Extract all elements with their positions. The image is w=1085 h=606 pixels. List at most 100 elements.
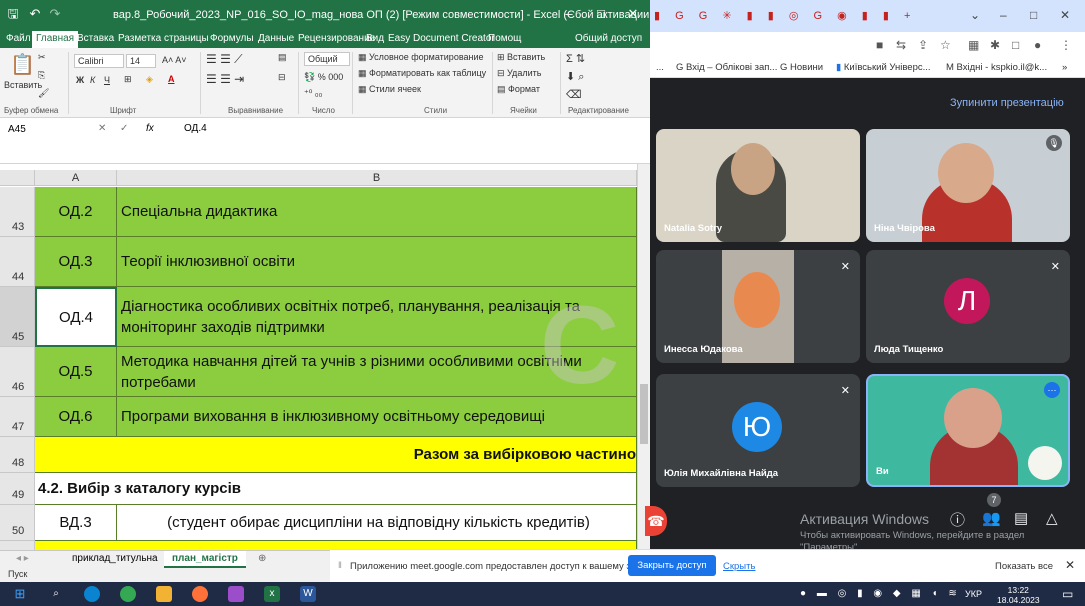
format-painter-icon[interactable]: 🖌: [38, 88, 49, 99]
end-call-button[interactable]: ☎: [645, 506, 667, 536]
chat-icon[interactable]: ▤: [1014, 509, 1028, 527]
fill-color-icon[interactable]: ◈: [146, 74, 153, 85]
participant-tile[interactable]: ✕ Инесса Юдакова: [656, 250, 860, 363]
row-header[interactable]: 45: [0, 287, 35, 347]
tab-review[interactable]: Рецензирование: [298, 33, 375, 44]
redo-icon[interactable]: ↷: [46, 4, 64, 24]
close-icon[interactable]: ✕: [624, 4, 642, 24]
bookmark-item[interactable]: G Новини: [780, 62, 823, 73]
row-header[interactable]: 44: [0, 237, 35, 287]
font-color-icon[interactable]: A: [168, 74, 175, 84]
maximize-icon[interactable]: □: [1030, 8, 1037, 22]
conditional-format-button[interactable]: ▦ Условное форматирование: [358, 52, 484, 63]
paste-button[interactable]: Вставить: [4, 80, 42, 90]
minimize-icon[interactable]: –: [1000, 8, 1007, 22]
borders-icon[interactable]: ⊞: [124, 74, 132, 85]
excel-icon[interactable]: x: [264, 586, 280, 602]
search-icon[interactable]: ⌕: [48, 586, 64, 602]
app-icon[interactable]: [228, 586, 244, 602]
tab-insert[interactable]: Вставка: [77, 33, 114, 44]
table-cell[interactable]: ОД.6: [35, 397, 117, 437]
system-tray-icon[interactable]: ● ▬ ◎ ▮ ◉ ◆ ▦ ◖ ≋: [800, 588, 961, 599]
tab-formulas[interactable]: Формулы: [210, 33, 254, 44]
table-cell[interactable]: Разом за вибірковою частино: [117, 437, 637, 473]
tab-favicons-icon[interactable]: ▮ G G ✳ ▮ ▮ ◎ G ◉ ▮ ▮ +: [654, 9, 916, 22]
bookmark-item[interactable]: ...: [656, 62, 664, 73]
font-size-select[interactable]: 14: [126, 54, 156, 68]
table-cell[interactable]: Спеціальна дидактика: [117, 187, 637, 237]
clear-icon[interactable]: ⌫: [566, 88, 582, 101]
paste-icon[interactable]: 📋: [10, 52, 35, 77]
bookmark-item[interactable]: G Вхід – Облікові зап...: [676, 62, 777, 73]
delete-cells-button[interactable]: ⊟ Удалить: [497, 68, 541, 79]
menu-icon[interactable]: ⋮: [1060, 38, 1072, 52]
table-cell-selected[interactable]: ОД.4: [35, 287, 117, 347]
tab-home[interactable]: Главная: [32, 31, 79, 48]
more-bookmarks-icon[interactable]: »: [1062, 62, 1067, 73]
close-icon[interactable]: ✕: [1065, 558, 1075, 572]
decimal-icon[interactable]: ⁺⁰ ₀₀: [304, 88, 322, 99]
tab-help[interactable]: Помощ: [488, 33, 521, 44]
cancel-icon[interactable]: ✕: [98, 123, 106, 134]
table-cell[interactable]: (студент обирає дисципліни на відповідну…: [117, 505, 637, 541]
wrap-text-icon[interactable]: ▤: [278, 52, 287, 63]
cell-styles-button[interactable]: ▦ Стили ячеек: [358, 84, 421, 95]
tab-easy-doc[interactable]: Easy Document Creator: [388, 33, 495, 44]
row-header[interactable]: [0, 541, 35, 550]
row-header[interactable]: 46: [0, 347, 35, 397]
chrome-icon[interactable]: [120, 586, 136, 602]
format-as-table-button[interactable]: ▦ Форматировать как таблицу: [358, 68, 486, 79]
table-cell[interactable]: ВД.3: [35, 505, 117, 541]
firefox-icon[interactable]: [192, 586, 208, 602]
function-icon[interactable]: fx: [146, 123, 154, 134]
italic-button[interactable]: К: [90, 75, 95, 85]
participant-tile[interactable]: Natalia Sotry: [656, 129, 860, 242]
participant-tile[interactable]: Ю ✕ Юлія Михайлівна Найда: [656, 374, 860, 487]
row-header[interactable]: 48: [0, 437, 35, 473]
stop-sharing-button[interactable]: Закрыть доступ: [628, 555, 716, 576]
notifications-icon[interactable]: ▭: [1062, 587, 1073, 601]
info-icon[interactable]: ⓘ: [950, 509, 965, 530]
tab-page-layout[interactable]: Разметка страницы: [118, 33, 209, 44]
merge-icon[interactable]: ⊟: [278, 72, 286, 83]
tab-search-icon[interactable]: ⌄: [970, 8, 980, 22]
star-icon[interactable]: ☆: [940, 38, 951, 52]
underline-button[interactable]: Ч: [104, 75, 110, 85]
table-cell[interactable]: 4.2. Вибір з каталогу курсів: [35, 473, 637, 505]
bookmark-item[interactable]: ▮ Київський Універс...: [836, 62, 931, 73]
activities-icon[interactable]: △: [1046, 509, 1058, 527]
row-header[interactable]: 43: [0, 187, 35, 237]
extension-icon[interactable]: ▦: [968, 38, 979, 52]
currency-icon[interactable]: 💱 % 000: [304, 72, 343, 83]
share-icon[interactable]: ⇪: [918, 38, 928, 52]
hide-link[interactable]: Скрыть: [723, 561, 755, 572]
word-icon[interactable]: W: [300, 586, 316, 602]
formula-input[interactable]: ОД.4: [184, 123, 207, 134]
column-header-b[interactable]: B: [117, 170, 637, 186]
sheet-nav-icon[interactable]: ◂ ▸: [8, 551, 37, 568]
column-header-a[interactable]: A: [35, 170, 117, 186]
minimize-icon[interactable]: –: [560, 4, 578, 24]
autosum-icon[interactable]: Σ ⇅: [566, 52, 585, 65]
edge-icon[interactable]: [84, 586, 100, 602]
tab-view[interactable]: Вид: [366, 33, 384, 44]
sidepanel-icon[interactable]: □: [1012, 38, 1019, 52]
bookmark-item[interactable]: M Вхідні - kspkio.il@k...: [946, 62, 1047, 73]
row-header[interactable]: 49: [0, 473, 35, 505]
table-cell[interactable]: [35, 437, 117, 473]
language-indicator[interactable]: УКР: [965, 589, 982, 599]
save-icon[interactable]: 🖫: [4, 4, 22, 24]
cut-icon[interactable]: ✂: [38, 52, 46, 63]
row-header[interactable]: 50: [0, 505, 35, 541]
number-format-select[interactable]: Общий: [304, 52, 350, 66]
close-icon[interactable]: ✕: [1060, 8, 1070, 22]
avatar[interactable]: ●: [1034, 38, 1041, 52]
enter-icon[interactable]: ✓: [120, 123, 128, 134]
font-name-select[interactable]: Calibri: [74, 54, 124, 68]
undo-icon[interactable]: ↶: [26, 4, 44, 24]
vertical-scrollbar[interactable]: [637, 164, 650, 550]
windows-start-icon[interactable]: ⊞: [12, 586, 28, 602]
share-button[interactable]: Общий доступ: [575, 33, 642, 44]
participant-tile[interactable]: Л ✕ Люда Тищенко: [866, 250, 1070, 363]
table-cell[interactable]: Теорії інклюзивної освіти: [117, 237, 637, 287]
